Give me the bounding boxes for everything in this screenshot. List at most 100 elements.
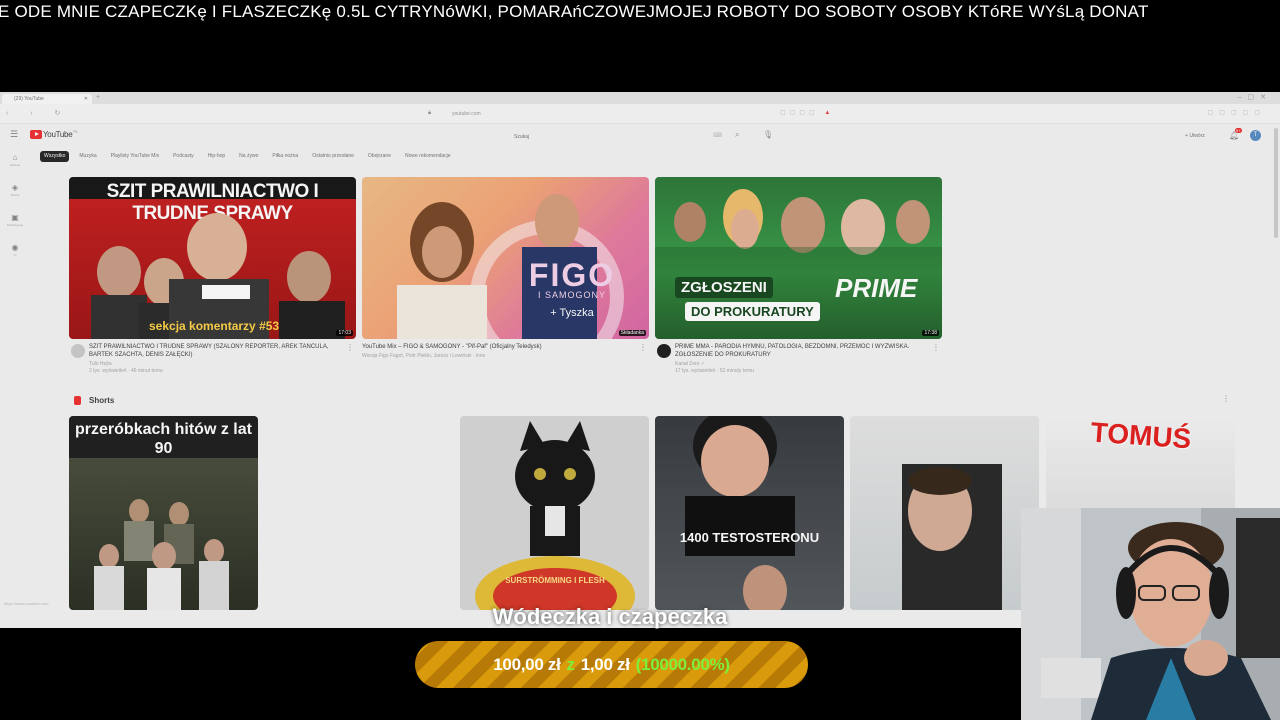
short-card[interactable]: przeróbkach hitów z lat 90 (69, 416, 258, 610)
video-card[interactable]: SZIT PRAWILNIACTWO I TRUDNE SPRAWY sekcj… (69, 177, 356, 374)
chip-watched[interactable]: Obejrzane (364, 151, 395, 162)
warning-icon[interactable]: ▲ (824, 110, 834, 116)
more-options-icon[interactable]: ⋮ (932, 343, 940, 352)
thumbnail-subtitle: DO PROKURATURY (685, 302, 820, 321)
menu-icon[interactable]: ☰ (10, 129, 18, 140)
sidebar-item-shorts[interactable]: ◈ Shorts (6, 183, 24, 197)
sidebar-item-subscriptions[interactable]: ▣ Subskrypcje (6, 213, 24, 227)
more-options-icon[interactable]: ⋮ (346, 343, 354, 352)
webcam-feed (1021, 508, 1280, 720)
shorts-label: Shorts (89, 396, 115, 405)
scrollbar[interactable] (1274, 128, 1278, 238)
goal-percent: (10000.00%) (635, 654, 730, 674)
video-thumbnail[interactable]: SZIT PRAWILNIACTWO I TRUDNE SPRAWY sekcj… (69, 177, 356, 339)
goal-progress-bar: 100,00 zł z 1,00 zł (10000.00%) (415, 641, 808, 688)
chip-recent[interactable]: Ostatnio przesłane (308, 151, 358, 162)
chip-live[interactable]: Na żywo (235, 151, 262, 162)
video-title[interactable]: YouTube Mix – FIGO & SAMOGONY - "Pif-Paf… (362, 343, 612, 351)
tab-bar: (29) YouTube ✕ + –▢✕ (0, 92, 1280, 104)
home-icon: ⌂ (12, 153, 18, 162)
short-person (685, 416, 795, 610)
logo-country: PL (73, 128, 79, 134)
filter-chips: Wszystko Muzyka Playlisty YouTube Mix Po… (40, 151, 455, 163)
goal-current: 100,00 zł (493, 654, 561, 674)
extension-icons[interactable]: ▢▢▢▢ ▲ (780, 109, 834, 116)
close-icon[interactable]: ✕ (84, 96, 88, 102)
notification-badge: 9+ (1235, 128, 1242, 133)
short-card[interactable]: SURSTRÖMMING I FLESH (460, 416, 649, 610)
mix-badge: Składanka (618, 330, 646, 336)
video-card[interactable]: FIGO I SAMOGONY + Tyszka Składanka YouTu… (362, 177, 649, 359)
browser-tools[interactable]: ▢▢▢▢▢ (1208, 109, 1266, 116)
sidebar-item-label: Ty (13, 253, 17, 257)
nav-buttons[interactable]: ‹ › ↻ (6, 109, 70, 117)
donation-ticker: E ODE MNIE CZAPECZKę I FLASZECZKę 0.5L C… (0, 0, 1280, 26)
window-controls[interactable]: –▢✕ (1238, 93, 1272, 101)
short-card[interactable] (850, 416, 1039, 610)
channel-name[interactable]: Kanał Zero ✓ (675, 361, 942, 367)
thumbnail-caption: sekcja komentarzy #53 (149, 319, 280, 333)
goal-target: 1,00 zł (580, 654, 630, 674)
search-input[interactable] (508, 129, 728, 141)
video-stats: 2 tys. wyświetleń · 46 minut temu (89, 368, 163, 374)
create-button[interactable]: + Utwórz (1185, 133, 1205, 139)
sidebar-item-home[interactable]: ⌂ Główna (6, 153, 24, 167)
video-thumbnail[interactable]: FIGO I SAMOGONY + Tyszka Składanka (362, 177, 649, 339)
thumbnail-caption: I SAMOGONY (537, 290, 606, 300)
short-card[interactable]: 1400 TESTOSTERONU (655, 416, 844, 610)
chip-all[interactable]: Wszystko (40, 151, 70, 162)
video-thumbnail[interactable]: PRIME ZGŁOSZENI DO PROKURATURY 17:38 (655, 177, 942, 339)
youtube-logo[interactable]: YouTube PL (30, 129, 78, 139)
chip-mix[interactable]: Playlisty YouTube Mix (107, 151, 163, 162)
microphone-icon[interactable]: 🎙︎ (763, 130, 773, 139)
thumbnail-title: PRIME (835, 273, 918, 303)
channel-name[interactable]: Wersja Figo Fagot, Piotr Piekło, Jarosz … (362, 353, 649, 359)
thumbnail-title: FIGO (528, 257, 616, 293)
shorts-icon (74, 396, 81, 405)
subscriptions-icon: ▣ (11, 213, 19, 222)
goal-values: 100,00 zł z 1,00 zł (10000.00%) (415, 641, 808, 688)
search-icon[interactable]: ⌕ (735, 130, 739, 140)
goal-separator: z (566, 654, 576, 674)
channel-avatar[interactable] (657, 344, 671, 358)
chip-podcasts[interactable]: Podcasty (169, 151, 198, 162)
thumbnail-caption: ZGŁOSZENI (675, 277, 773, 298)
video-meta: PRIME MMA - PARODIA HYMNU, PATOLOGIA, BE… (655, 343, 942, 374)
shorts-icon: ◈ (11, 183, 19, 192)
browser-tab[interactable]: (29) YouTube ✕ (2, 94, 92, 104)
sidebar-item-you[interactable]: ◉ Ty (6, 243, 24, 257)
duration-badge: 17:38 (922, 330, 939, 336)
sidebar-item-label: Subskrypcje (6, 223, 24, 227)
channel-name[interactable]: Tulo Hejta (89, 361, 356, 367)
avatar[interactable]: T (1250, 130, 1261, 141)
user-icon: ◉ (11, 243, 19, 252)
tab-title: (29) YouTube (14, 96, 44, 102)
video-title[interactable]: PRIME MMA - PARODIA HYMNU, PATOLOGIA, BE… (675, 343, 925, 359)
more-options-icon[interactable]: ⋮ (1222, 394, 1230, 403)
more-options-icon[interactable]: ⋮ (639, 343, 647, 352)
keyboard-icon[interactable]: ⌨ (713, 132, 722, 139)
stream-canvas: E ODE MNIE CZAPECZKę I FLASZECZKę 0.5L C… (0, 0, 1280, 720)
sidebar-item-label: Główna (9, 163, 21, 167)
chip-new[interactable]: Nowe rekomendacje (401, 151, 455, 162)
thumbnail-people (91, 213, 345, 339)
video-meta: SZIT PRAWILNIACTWO I TRUDNE SPRAWY (SZAL… (69, 343, 356, 374)
video-title[interactable]: SZIT PRAWILNIACTWO I TRUDNE SPRAWY (SZAL… (89, 343, 339, 359)
chip-hiphop[interactable]: Hip-hop (204, 151, 230, 162)
thumbnail-subtitle: + Tyszka (550, 307, 594, 319)
youtube-play-icon (30, 129, 42, 139)
lock-icon: 🔒︎ (428, 110, 432, 116)
sidebar-item-label: Shorts (10, 193, 20, 197)
new-tab-icon[interactable]: + (96, 94, 100, 101)
video-meta: YouTube Mix – FIGO & SAMOGONY - "Pif-Paf… (362, 343, 649, 359)
short-title: TOMUŚ (1089, 416, 1193, 455)
channel-avatar[interactable] (71, 344, 85, 358)
youtube-header: ☰ YouTube PL ⌨ ⌕ 🎙︎ + Utwórz 🔔︎ 9+ T (0, 124, 1280, 146)
chip-music[interactable]: Muzyka (75, 151, 100, 162)
status-url: https://www.youtube.com (4, 601, 49, 606)
video-card[interactable]: PRIME ZGŁOSZENI DO PROKURATURY 17:38 PRI… (655, 177, 942, 374)
chip-football[interactable]: Piłka nożna (268, 151, 302, 162)
duration-badge: 17:03 (336, 330, 353, 336)
short-title: SURSTRÖMMING I FLESH (505, 576, 605, 585)
create-label: Utwórz (1189, 133, 1205, 139)
